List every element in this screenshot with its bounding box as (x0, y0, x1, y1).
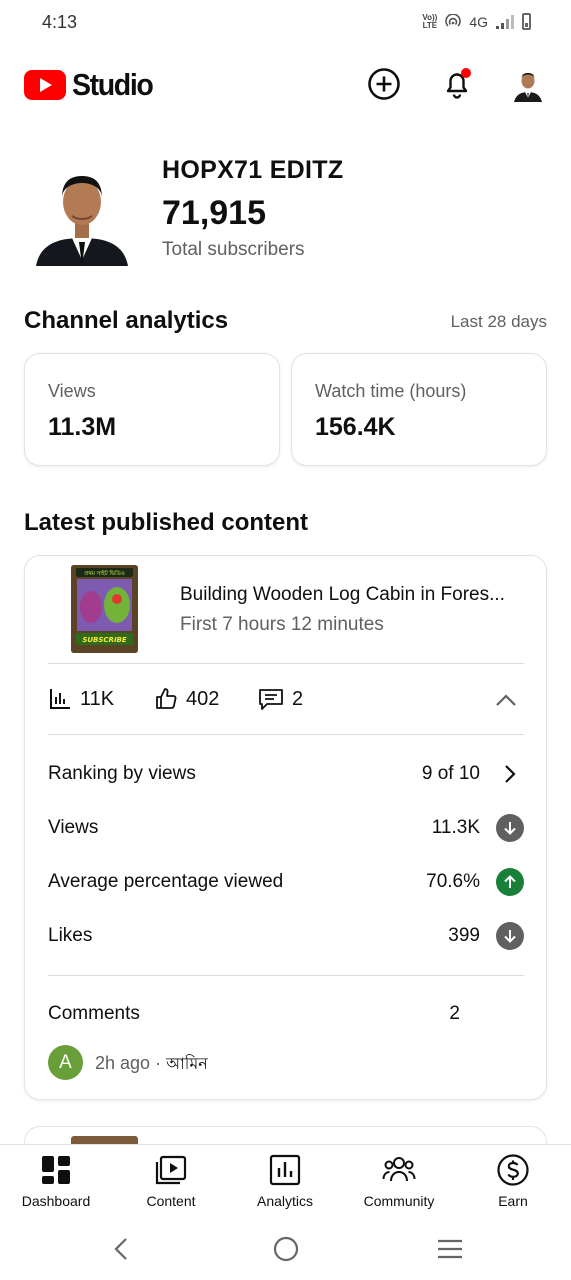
chevron-right-icon (505, 765, 516, 783)
likes-row: Likes 399 (48, 921, 524, 951)
nav-analytics[interactable]: Analytics (235, 1153, 335, 1209)
nav-label: Content (146, 1193, 196, 1209)
youtube-studio-logo[interactable]: Studio (24, 67, 159, 103)
row-value: 70.6% (426, 871, 480, 892)
nav-label: Community (363, 1193, 435, 1209)
comment-text: আমিন (166, 1054, 208, 1073)
latest-content-card: প্রথম সাইট ভিডিও SUBSCRIBE Building Wood… (24, 555, 547, 1100)
channel-analytics-title: Channel analytics (24, 307, 229, 334)
ranking-row[interactable]: Ranking by views 9 of 10 (48, 759, 524, 789)
metric-label: Views (48, 381, 96, 401)
likes-count: 402 (186, 687, 220, 710)
earn-icon (497, 1154, 529, 1186)
nav-community[interactable]: Community (349, 1153, 449, 1209)
nav-content[interactable]: Content (121, 1153, 221, 1209)
row-label: Likes (48, 925, 93, 946)
home-icon[interactable] (271, 1234, 301, 1264)
divider (48, 975, 524, 976)
channel-name: HOPX71 EDITZ (162, 156, 344, 184)
comments-row[interactable]: Comments 2 (48, 999, 524, 1029)
metric-value: 11.3M (48, 413, 117, 441)
content-icon (155, 1155, 187, 1185)
channel-avatar[interactable] (36, 158, 128, 266)
thumbnail-art: প্রথম সাইট ভিডিও SUBSCRIBE (71, 565, 138, 653)
bottom-navigation: Dashboard Content Analytics Community Ea… (0, 1144, 571, 1216)
app-bar: Studio (0, 56, 571, 112)
metric-label: Watch time (hours) (315, 381, 467, 401)
chevron-up-icon[interactable] (491, 686, 521, 716)
nav-label: Dashboard (21, 1193, 91, 1209)
account-avatar[interactable] (510, 66, 546, 102)
signal-icon (496, 14, 514, 29)
battery-icon (522, 13, 531, 30)
thumbnail-top-text: প্রথম সাইট ভিডিও (84, 569, 125, 577)
system-navigation (0, 1216, 571, 1280)
dashboard-icon (42, 1156, 70, 1184)
recents-icon[interactable] (435, 1234, 465, 1264)
comment-separator: · (155, 1053, 162, 1073)
analytics-period: Last 28 days (450, 312, 547, 331)
avg-percentage-row: Average percentage viewed 70.6% (48, 867, 524, 897)
row-value: 11.3K (431, 817, 480, 838)
arrow-down-icon (496, 922, 524, 950)
community-icon (382, 1157, 416, 1182)
video-period: First 7 hours 12 minutes (180, 614, 384, 635)
nav-label: Analytics (256, 1193, 314, 1209)
divider (48, 734, 524, 735)
volte-icon: Vo)) LTE (422, 12, 438, 30)
comment-time: 2h ago (95, 1053, 151, 1073)
views-count: 11K (80, 687, 115, 710)
comments-count: 2 (449, 1003, 460, 1024)
notification-bell-icon[interactable] (439, 66, 475, 102)
hotspot-icon (445, 13, 462, 27)
video-thumbnail[interactable]: প্রথম সাইট ভিডিও SUBSCRIBE (71, 565, 138, 653)
bar-chart-icon (50, 689, 70, 709)
metric-card-watch-time[interactable]: Watch time (hours) 156.4K (291, 353, 547, 466)
subscriber-count: 71,915 (162, 194, 266, 232)
analytics-icon (269, 1154, 301, 1186)
youtube-logo-icon (24, 70, 66, 100)
subscriber-label: Total subscribers (162, 239, 305, 260)
status-icons: Vo)) LTE 4G (422, 13, 531, 30)
add-circle-icon[interactable] (366, 66, 402, 102)
metric-card-views[interactable]: Views 11.3M (24, 353, 280, 466)
comments-stat-count: 2 (292, 687, 304, 710)
divider (48, 663, 524, 664)
comments-label: Comments (48, 1003, 140, 1024)
row-label: Average percentage viewed (48, 871, 284, 892)
views-row: Views 11.3K (48, 813, 524, 843)
latest-content-title: Latest published content (24, 509, 309, 536)
comments-stat: 2 (258, 687, 303, 711)
row-value: 9 of 10 (421, 763, 480, 784)
likes-stat: 402 (154, 687, 219, 711)
thumb-up-icon (156, 688, 177, 709)
comment-meta[interactable]: 2h ago · আমিন (95, 1051, 208, 1078)
logo-text: Studio (72, 67, 154, 102)
commenter-avatar: A (48, 1045, 83, 1080)
status-bar: 4:13 Vo)) LTE 4G (0, 0, 571, 44)
row-value: 399 (448, 925, 480, 946)
metric-value: 156.4K (315, 413, 396, 441)
row-label: Ranking by views (48, 763, 196, 784)
arrow-up-icon (496, 868, 524, 896)
thumbnail-subscribe-text: SUBSCRIBE (82, 636, 127, 644)
back-icon[interactable] (106, 1234, 136, 1264)
nav-earn[interactable]: Earn (463, 1153, 563, 1209)
nav-dashboard[interactable]: Dashboard (6, 1153, 106, 1209)
views-stat: 11K (48, 687, 114, 711)
row-label: Views (48, 817, 99, 838)
arrow-down-icon (496, 814, 524, 842)
network-type: 4G (469, 13, 488, 30)
comment-icon (259, 689, 283, 710)
video-title[interactable]: Building Wooden Log Cabin in Fores... (180, 584, 525, 606)
status-time: 4:13 (42, 12, 78, 32)
nav-label: Earn (498, 1193, 528, 1209)
